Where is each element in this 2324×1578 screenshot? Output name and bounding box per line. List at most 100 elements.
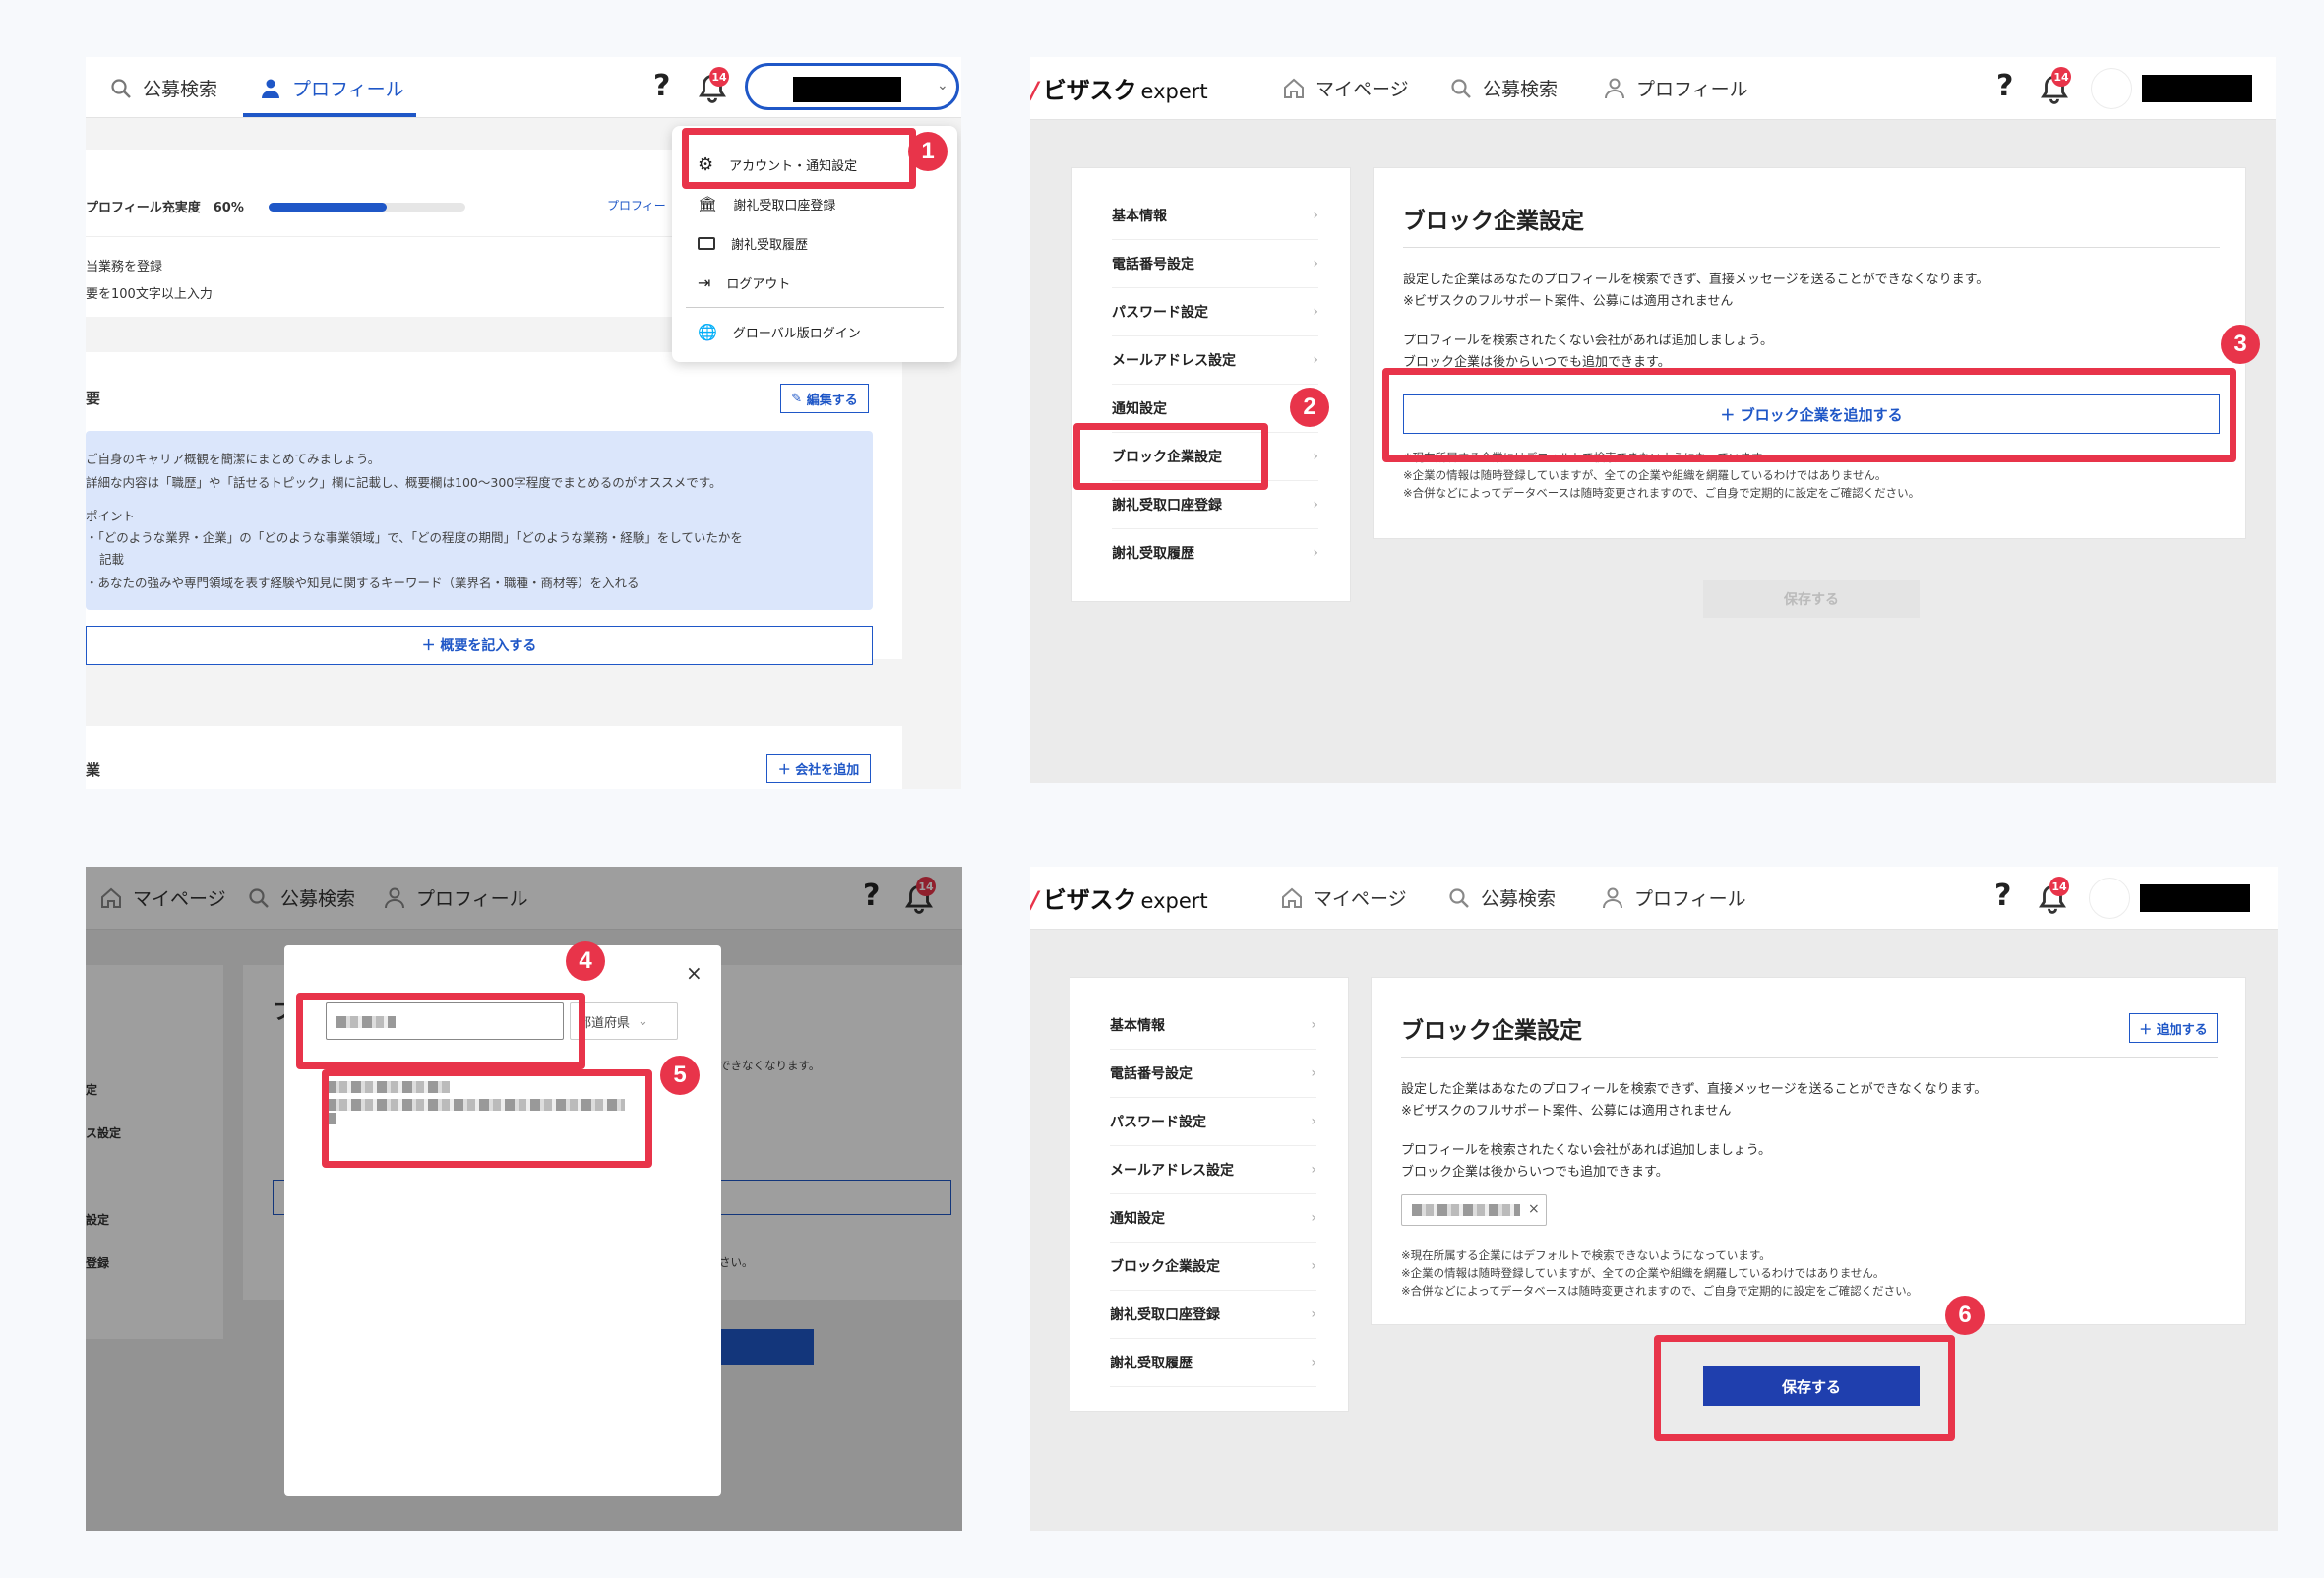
sidebar-item-label: 電話番号設定 xyxy=(1112,257,1194,273)
panel-profile: 公募検索 プロフィール ? 14 ⌄ プロフィール充実度 60% プロフィー 当… xyxy=(86,57,961,789)
dropdown-item-bank[interactable]: 🏛 謝礼受取口座登録 xyxy=(698,189,835,218)
completeness-bar xyxy=(269,203,465,212)
nav-profile[interactable]: プロフィール xyxy=(1601,884,1746,911)
sidebar-item-label: ブロック企業設定 xyxy=(1110,1259,1220,1275)
tab-search[interactable]: 公募検索 xyxy=(109,75,217,101)
career-card: 業 ＋ 会社を追加 xyxy=(86,726,902,789)
guide-line-3: ポイント xyxy=(86,509,136,523)
description-3: プロフィールを検索されたくない会社があれば追加しましょう。 xyxy=(1403,334,1773,348)
highlight-box-5 xyxy=(322,1069,652,1168)
remove-chip-icon[interactable]: × xyxy=(1528,1201,1540,1217)
edit-button[interactable]: ✎ 編集する xyxy=(780,384,869,413)
task-item-1[interactable]: 当業務を登録 xyxy=(86,256,162,274)
chevron-right-icon: › xyxy=(1313,256,1318,272)
notification-badge: 14 xyxy=(2051,67,2071,87)
panel-block-settings-added: / ビザスク expert マイページ 公募検索 プロフィール ? 14 基本情報 ›… xyxy=(1030,867,2278,1531)
nav-search[interactable]: 公募検索 xyxy=(1449,75,1558,101)
sidebar-item-password[interactable]: パスワード設定 › xyxy=(1112,288,1318,336)
sidebar-item-label: 謝礼受取口座登録 xyxy=(1112,498,1222,514)
sidebar-item-notification[interactable]: 通知設定 › xyxy=(1110,1194,1316,1243)
chevron-right-icon: › xyxy=(1313,208,1318,223)
description-2: ※ビザスクのフルサポート案件、公募には適用されません xyxy=(1401,1104,1732,1119)
account-name-redacted xyxy=(793,77,901,102)
sidebar-item-email[interactable]: メールアドレス設定 › xyxy=(1112,336,1318,385)
chevron-right-icon: › xyxy=(1313,545,1318,561)
guide-line-5: 記載 xyxy=(99,552,125,567)
chevron-right-icon: › xyxy=(1311,1306,1316,1322)
prefecture-select[interactable]: 都道府県 ⌄ xyxy=(570,1002,678,1040)
tab-search-label: 公募検索 xyxy=(143,79,218,100)
avatar[interactable] xyxy=(2089,878,2130,919)
dropdown-item-logout[interactable]: ⇥ ログアウト xyxy=(698,268,790,297)
sidebar-item-history[interactable]: 謝礼受取履歴 › xyxy=(1112,529,1318,577)
sidebar-item-block[interactable]: ブロック企業設定 › xyxy=(1110,1243,1316,1291)
task-item-2[interactable]: 要を100文字以上入力 xyxy=(86,283,213,302)
step-marker-4: 4 xyxy=(566,941,605,981)
chevron-right-icon: › xyxy=(1311,1065,1316,1081)
sidebar-item-label: 電話番号設定 xyxy=(1110,1066,1193,1082)
search-icon xyxy=(1451,78,1471,98)
sidebar-item-label: 基本情報 xyxy=(1110,1018,1165,1034)
sidebar-item-history[interactable]: 謝礼受取履歴 › xyxy=(1110,1339,1316,1387)
notification-badge: 14 xyxy=(709,67,729,87)
close-icon[interactable]: × xyxy=(686,961,703,985)
account-name-redacted xyxy=(2142,75,2252,102)
tab-profile[interactable]: プロフィール xyxy=(259,75,404,101)
edit-button-label: 編集する xyxy=(806,393,858,408)
sidebar-item-label: 謝礼受取履歴 xyxy=(1112,546,1194,562)
avatar[interactable] xyxy=(2091,68,2132,109)
top-header: / ビザスク expert マイページ 公募検索 プロフィール ? 14 xyxy=(1030,867,2278,930)
step-marker-5: 5 xyxy=(660,1056,700,1095)
highlight-box-6 xyxy=(1654,1335,1955,1441)
brand-logo: / ビザスク expert xyxy=(1030,880,1208,915)
nav-profile[interactable]: プロフィール xyxy=(1603,75,1748,101)
nav-mypage[interactable]: マイページ xyxy=(1280,884,1407,911)
step-marker-3: 3 xyxy=(2221,325,2260,364)
page-title: ブロック企業設定 xyxy=(1401,1018,1582,1044)
sidebar-item-phone[interactable]: 電話番号設定 › xyxy=(1110,1050,1316,1098)
completeness-bar-fill xyxy=(269,203,387,212)
nav-profile-label: プロフィール xyxy=(1634,888,1746,910)
chevron-right-icon: › xyxy=(1313,449,1318,464)
description-4: ブロック企業は後からいつでも追加できます。 xyxy=(1401,1165,1669,1180)
sidebar-item-password[interactable]: パスワード設定 › xyxy=(1110,1098,1316,1146)
chevron-right-icon: › xyxy=(1311,1114,1316,1129)
sidebar-item-basic[interactable]: 基本情報 › xyxy=(1112,192,1318,240)
note-3: ※合併などによってデータベースは随時変更されますので、ご自身で定期的に設定をご確… xyxy=(1401,1284,1919,1298)
chevron-right-icon: › xyxy=(1313,352,1318,368)
add-block-company-small-button[interactable]: ＋ 追加する xyxy=(2129,1013,2218,1043)
note-2: ※企業の情報は随時登録していますが、全ての企業や組織を網羅しているわけではありま… xyxy=(1401,1266,1885,1280)
help-icon[interactable]: ? xyxy=(1996,69,2013,103)
nav-search-label: 公募検索 xyxy=(1481,888,1557,910)
account-selector[interactable]: ⌄ xyxy=(745,63,959,110)
help-icon[interactable]: ? xyxy=(653,69,670,103)
nav-search-label: 公募検索 xyxy=(1483,79,1559,100)
chevron-right-icon: › xyxy=(1311,1162,1316,1178)
nav-mypage[interactable]: マイページ xyxy=(1282,75,1409,101)
tab-profile-label: プロフィール xyxy=(292,79,404,100)
account-name-redacted xyxy=(2140,884,2250,912)
pencil-icon: ✎ xyxy=(791,391,807,406)
nav-search[interactable]: 公募検索 xyxy=(1447,884,1556,911)
sidebar-item-basic[interactable]: 基本情報 › xyxy=(1110,1001,1316,1050)
top-header: / ビザスク expert マイページ 公募検索 プロフィール ? 14 xyxy=(1030,57,2276,120)
sidebar-item-bank[interactable]: 謝礼受取口座登録 › xyxy=(1110,1291,1316,1339)
top-header: 公募検索 プロフィール ? 14 ⌄ xyxy=(86,57,961,118)
sidebar-item-email[interactable]: メールアドレス設定 › xyxy=(1110,1146,1316,1194)
add-company-button[interactable]: ＋ 会社を追加 xyxy=(766,754,871,783)
save-button-disabled[interactable]: 保存する xyxy=(1703,580,1920,618)
profile-link[interactable]: プロフィー xyxy=(607,197,666,213)
dropdown-item-history[interactable]: 謝礼受取履歴 xyxy=(698,228,808,258)
help-icon[interactable]: ? xyxy=(1994,879,2011,913)
career-heading: 業 xyxy=(86,761,101,779)
prefecture-label: 都道府県 xyxy=(579,1015,631,1031)
nav-mypage-label: マイページ xyxy=(1314,888,1407,910)
panel-block-settings-empty: / ビザスク expert マイページ 公募検索 プロフィール ? 14 基本情報 ›… xyxy=(1030,57,2276,783)
nav-profile-label: プロフィール xyxy=(1636,79,1748,100)
sidebar-item-phone[interactable]: 電話番号設定 › xyxy=(1112,240,1318,288)
chevron-right-icon: › xyxy=(1313,497,1318,513)
dropdown-item-global-login[interactable]: 🌐 グローバル版ログイン xyxy=(698,317,861,346)
brand-name: ビザスク xyxy=(1042,77,1137,104)
add-summary-button[interactable]: ＋ 概要を記入する xyxy=(86,626,873,665)
sidebar-item-label: 通知設定 xyxy=(1112,401,1167,417)
